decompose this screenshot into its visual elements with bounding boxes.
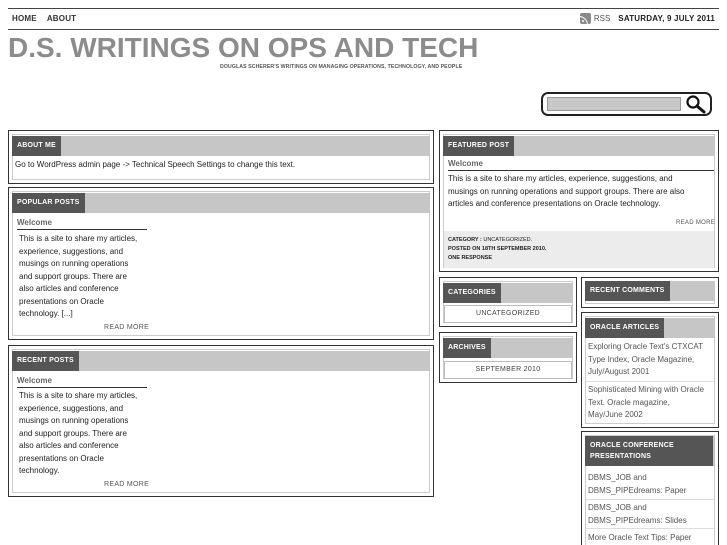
nav-home-link[interactable]: HOME bbox=[12, 14, 37, 23]
divider bbox=[586, 381, 714, 382]
about-text: Go to WordPress admin page -> Technical … bbox=[15, 160, 296, 169]
link-line: DBMS_JOB and bbox=[588, 473, 647, 482]
recent-comments-widget: RECENT COMMENTS bbox=[581, 277, 719, 308]
about-header: ABOUT ME bbox=[12, 136, 430, 156]
featured-post-widget: FEATURED POST Welcome This is a site to … bbox=[439, 130, 719, 272]
recent-title: RECENT POSTS bbox=[12, 351, 79, 371]
archives-header: ARCHIVES bbox=[443, 338, 573, 358]
category-link[interactable]: UNCATEGORIZED. bbox=[483, 237, 532, 243]
link-line: DBMS_PIPEdreams: Slides bbox=[588, 515, 687, 525]
recent-comments-title: RECENT COMMENTS bbox=[585, 281, 670, 301]
link-line: Sophisticated Mining with Oracle bbox=[588, 385, 705, 394]
divider bbox=[17, 229, 147, 230]
featured-title: FEATURED POST bbox=[443, 136, 515, 156]
search-icon bbox=[686, 95, 706, 114]
featured-post-excerpt: This is a site to share my articles, exp… bbox=[448, 173, 716, 211]
categories-title: CATEGORIES bbox=[443, 283, 501, 303]
recent-comments-header: RECENT COMMENTS bbox=[585, 281, 715, 301]
excerpt-line: This is a site to share my articles, bbox=[19, 391, 138, 400]
archives-title: ARCHIVES bbox=[443, 338, 491, 358]
excerpt-line: and support groups. There are bbox=[19, 428, 127, 438]
popular-header: POPULAR POSTS bbox=[12, 193, 430, 213]
featured-post-title[interactable]: Welcome bbox=[448, 159, 483, 168]
link-line: May/June 2002 bbox=[588, 410, 643, 419]
excerpt-line: presentations on Oracle bbox=[19, 296, 104, 306]
excerpt-line: technology. bbox=[19, 466, 60, 475]
conference-link[interactable]: DBMS_JOB and DBMS_PIPEdreams: Paper bbox=[586, 472, 714, 497]
responses-link[interactable]: ONE RESPONSE bbox=[448, 254, 546, 263]
post-meta: CATEGORY : UNCATEGORIZED. POSTED ON 18TH… bbox=[448, 236, 546, 263]
link-line: More Oracle Text Tips: Paper bbox=[588, 533, 692, 542]
excerpt-line: experience, suggestions, and bbox=[19, 246, 124, 256]
popular-posts-widget: POPULAR POSTS Welcome This is a site to … bbox=[8, 187, 434, 340]
nav-about-link[interactable]: ABOUT bbox=[47, 14, 76, 23]
recent-read-more-link[interactable]: READ MORE bbox=[104, 481, 149, 488]
featured-read-more-link[interactable]: READ MORE bbox=[676, 220, 715, 226]
popular-title: POPULAR POSTS bbox=[12, 193, 85, 213]
excerpt-line: This is a site to share my articles, bbox=[19, 234, 138, 243]
site-tagline: DOUGLAS SCHERER'S WRITINGS ON MANAGING O… bbox=[220, 64, 463, 70]
recent-post-title[interactable]: Welcome bbox=[17, 376, 52, 385]
link-line: Exploring Oracle Text's CTXCAT bbox=[588, 342, 704, 351]
oracle-articles-widget: ORACLE ARTICLES Exploring Oracle Text's … bbox=[581, 312, 719, 428]
excerpt-line: presentations on Oracle bbox=[19, 453, 104, 463]
recent-post-excerpt: This is a site to share my articles, exp… bbox=[19, 390, 169, 478]
divider bbox=[448, 170, 714, 171]
featured-header: FEATURED POST bbox=[443, 136, 715, 156]
popular-post-title[interactable]: Welcome bbox=[17, 218, 52, 227]
divider bbox=[586, 528, 714, 529]
category-label: CATEGORY : bbox=[448, 237, 482, 243]
link-line: DBMS_JOB and bbox=[588, 503, 647, 512]
oracle-articles-title: ORACLE ARTICLES bbox=[585, 318, 665, 338]
excerpt-line: also articles and conference bbox=[19, 284, 119, 293]
divider bbox=[17, 387, 147, 388]
excerpt-line: musings on running operations bbox=[19, 259, 129, 268]
about-title: ABOUT ME bbox=[12, 136, 61, 156]
popular-read-more-link[interactable]: READ MORE bbox=[104, 324, 149, 331]
archive-item-september-2010[interactable]: SEPTEMBER 2010 bbox=[444, 361, 572, 379]
search-input[interactable] bbox=[547, 97, 681, 111]
divider bbox=[586, 499, 714, 500]
top-nav: HOME ABOUT bbox=[12, 14, 76, 23]
about-widget: ABOUT ME Go to WordPress admin page -> T… bbox=[8, 130, 434, 184]
excerpt-line: musings on running operations and suppor… bbox=[448, 186, 685, 196]
recent-header: RECENT POSTS bbox=[12, 351, 430, 371]
conference-link[interactable]: DBMS_JOB and DBMS_PIPEdreams: Slides bbox=[586, 502, 714, 527]
excerpt-line: experience, suggestions, and bbox=[19, 403, 124, 413]
link-line: July/August 2001 bbox=[588, 367, 650, 376]
categories-widget: CATEGORIES UNCATEGORIZED bbox=[439, 277, 577, 327]
top-bar: HOME ABOUT RSS SATURDAY, 9 JULY 2011 bbox=[8, 8, 719, 30]
excerpt-line: musings on running operations bbox=[19, 416, 129, 425]
archives-widget: ARCHIVES SEPTEMBER 2010 bbox=[439, 332, 577, 383]
oracle-conference-title: ORACLE CONFERENCE PRESENTATIONS bbox=[585, 436, 713, 466]
excerpt-line: also articles and conference bbox=[19, 441, 119, 450]
top-right: RSS SATURDAY, 9 JULY 2011 bbox=[579, 13, 715, 24]
excerpt-line: and support groups. There are bbox=[19, 271, 127, 281]
current-date: SATURDAY, 9 JULY 2011 bbox=[618, 14, 715, 23]
rss-link[interactable]: RSS bbox=[579, 13, 611, 24]
conference-link[interactable]: More Oracle Text Tips: Paper bbox=[586, 532, 714, 545]
link-line: DBMS_PIPEdreams: Paper bbox=[588, 485, 687, 495]
link-line: Text. Oracle magazine, bbox=[588, 397, 670, 407]
search-box bbox=[541, 92, 712, 116]
excerpt-line: technology. [...] bbox=[19, 309, 73, 318]
link-line: Type Index, Oracle Magazine, bbox=[588, 354, 695, 364]
excerpt-line: This is a site to share my articles, exp… bbox=[448, 174, 673, 183]
rss-label: RSS bbox=[593, 14, 611, 23]
oracle-conference-header: ORACLE CONFERENCE PRESENTATIONS bbox=[585, 436, 715, 466]
rss-icon bbox=[579, 13, 591, 24]
category-item-uncategorized[interactable]: UNCATEGORIZED bbox=[444, 305, 572, 323]
posted-on: POSTED ON 18TH SEPTEMBER 2010. bbox=[448, 246, 547, 252]
oracle-articles-header: ORACLE ARTICLES bbox=[585, 318, 715, 338]
oracle-conference-widget: ORACLE CONFERENCE PRESENTATIONS DBMS_JOB… bbox=[581, 431, 719, 545]
oracle-article-link[interactable]: Exploring Oracle Text's CTXCAT Type Inde… bbox=[586, 341, 714, 379]
recent-posts-widget: RECENT POSTS Welcome This is a site to s… bbox=[8, 345, 434, 497]
site-title[interactable]: D.S. WRITINGS ON OPS AND TECH bbox=[8, 31, 478, 65]
popular-post-excerpt: This is a site to share my articles, exp… bbox=[19, 233, 169, 321]
search-button[interactable] bbox=[684, 94, 708, 114]
categories-header: CATEGORIES bbox=[443, 283, 573, 303]
excerpt-line: articles and conference presentations on… bbox=[448, 199, 661, 208]
oracle-article-link[interactable]: Sophisticated Mining with Oracle Text. O… bbox=[586, 384, 714, 422]
